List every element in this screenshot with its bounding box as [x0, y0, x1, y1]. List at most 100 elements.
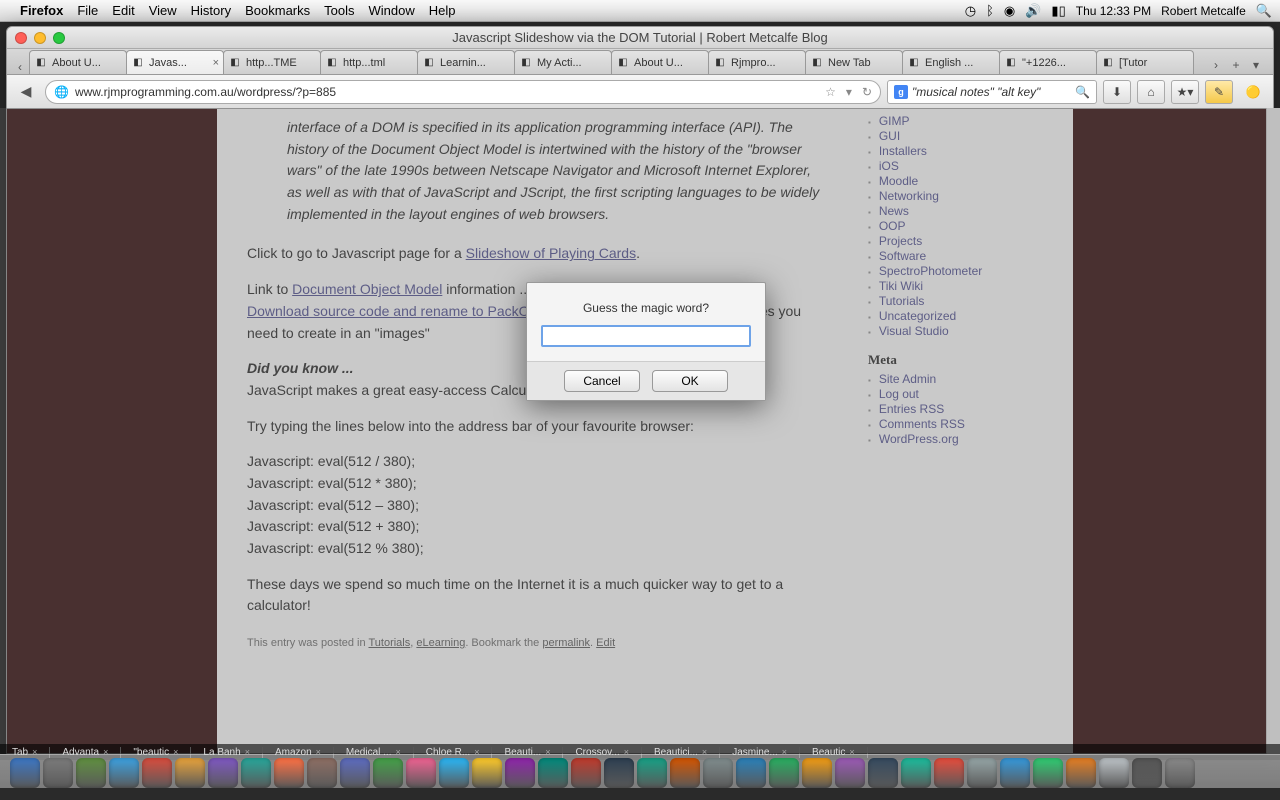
downloads-button[interactable]: ⬇: [1103, 80, 1131, 104]
browser-tab[interactable]: ◧Rjmpro...: [708, 50, 806, 74]
cancel-button[interactable]: Cancel: [564, 370, 640, 392]
menu-bookmarks[interactable]: Bookmarks: [245, 3, 310, 18]
browser-tab[interactable]: ◧Javas...×: [126, 50, 224, 74]
tab-label: Learnin...: [440, 57, 510, 69]
dock-app-icon[interactable]: [43, 758, 73, 788]
dock-app-icon[interactable]: [340, 758, 370, 788]
spotlight-icon[interactable]: 🔍: [1256, 3, 1272, 19]
ok-button[interactable]: OK: [652, 370, 728, 392]
dock-app-icon[interactable]: [571, 758, 601, 788]
browser-tab[interactable]: ◧English ...: [902, 50, 1000, 74]
tab-scroll-right[interactable]: ›: [1207, 56, 1225, 74]
dropdown-icon[interactable]: ▾: [846, 85, 852, 99]
menu-view[interactable]: View: [149, 3, 177, 18]
dock-app-icon[interactable]: [835, 758, 865, 788]
browser-tab[interactable]: ◧http...tml: [320, 50, 418, 74]
dock-app-icon[interactable]: [241, 758, 271, 788]
menu-window[interactable]: Window: [369, 3, 415, 18]
browser-tab[interactable]: ◧About U...: [29, 50, 127, 74]
reload-icon[interactable]: ↻: [862, 85, 872, 99]
dock-app-icon[interactable]: [373, 758, 403, 788]
bookmark-star-icon[interactable]: ☆: [825, 85, 836, 99]
wifi-icon[interactable]: ◉: [1004, 3, 1015, 19]
dock-app-icon[interactable]: [439, 758, 469, 788]
url-text: www.rjmprogramming.com.au/wordpress/?p=8…: [75, 85, 815, 99]
dock-app-icon[interactable]: [769, 758, 799, 788]
tab-close-icon[interactable]: ×: [213, 57, 219, 69]
dock-app-icon[interactable]: [967, 758, 997, 788]
favicon-icon: ◧: [228, 56, 242, 70]
tab-label: English ...: [925, 57, 995, 69]
timemachine-icon[interactable]: ◷: [965, 3, 976, 19]
new-tab-button[interactable]: +: [1227, 56, 1245, 74]
tab-label: Rjmpro...: [731, 57, 801, 69]
home-button[interactable]: ⌂: [1137, 80, 1165, 104]
search-field[interactable]: g "musical notes" "alt key" 🔍: [887, 80, 1097, 104]
dock-app-icon[interactable]: [934, 758, 964, 788]
menu-help[interactable]: Help: [429, 3, 456, 18]
user-name[interactable]: Robert Metcalfe: [1161, 4, 1246, 18]
dock-app-icon[interactable]: [604, 758, 634, 788]
dock-app-icon[interactable]: [109, 758, 139, 788]
back-button[interactable]: ◀: [13, 79, 39, 105]
dock: [0, 748, 1280, 788]
modal-overlay: [0, 108, 1280, 754]
dock-app-icon[interactable]: [274, 758, 304, 788]
clock[interactable]: Thu 12:33 PM: [1076, 4, 1151, 18]
favicon-icon: ◧: [1101, 56, 1115, 70]
dock-app-icon[interactable]: [1099, 758, 1129, 788]
bookmarks-button[interactable]: ★▾: [1171, 80, 1199, 104]
menu-file[interactable]: File: [77, 3, 98, 18]
dock-app-icon[interactable]: [670, 758, 700, 788]
favicon-icon: ◧: [519, 56, 533, 70]
menu-tools[interactable]: Tools: [324, 3, 354, 18]
browser-tab[interactable]: ◧[Tutor: [1096, 50, 1194, 74]
favicon-icon: ◧: [616, 56, 630, 70]
menu-history[interactable]: History: [191, 3, 231, 18]
dock-app-icon[interactable]: [1066, 758, 1096, 788]
dock-app-icon[interactable]: [736, 758, 766, 788]
browser-tab[interactable]: ◧http...TME: [223, 50, 321, 74]
dock-app-icon[interactable]: [868, 758, 898, 788]
site-identity-icon[interactable]: 🌐: [54, 85, 69, 99]
dock-app-icon[interactable]: [175, 758, 205, 788]
dock-app-icon[interactable]: [307, 758, 337, 788]
battery-icon[interactable]: ▮▯: [1051, 3, 1065, 19]
dock-app-icon[interactable]: [406, 758, 436, 788]
bluetooth-icon[interactable]: ᛒ: [986, 3, 994, 18]
dock-app-icon[interactable]: [1132, 758, 1162, 788]
dock-app-icon[interactable]: [901, 758, 931, 788]
favicon-icon: ◧: [422, 56, 436, 70]
browser-tab[interactable]: ◧"+1226...: [999, 50, 1097, 74]
dock-app-icon[interactable]: [703, 758, 733, 788]
dock-app-icon[interactable]: [538, 758, 568, 788]
addon-button[interactable]: 🟡: [1239, 80, 1267, 104]
dock-app-icon[interactable]: [208, 758, 238, 788]
browser-tab[interactable]: ◧About U...: [611, 50, 709, 74]
dock-app-icon[interactable]: [76, 758, 106, 788]
url-field[interactable]: 🌐 www.rjmprogramming.com.au/wordpress/?p…: [45, 80, 881, 104]
favicon-icon: ◧: [1004, 56, 1018, 70]
dock-app-icon[interactable]: [1000, 758, 1030, 788]
dock-app-icon[interactable]: [637, 758, 667, 788]
dock-app-icon[interactable]: [1165, 758, 1195, 788]
window-title: Javascript Slideshow via the DOM Tutoria…: [7, 30, 1273, 45]
tab-label: My Acti...: [537, 57, 607, 69]
dock-app-icon[interactable]: [142, 758, 172, 788]
dialog-input[interactable]: [541, 325, 751, 347]
tab-scroll-left[interactable]: ‹: [11, 60, 29, 74]
dock-app-icon[interactable]: [802, 758, 832, 788]
dock-app-icon[interactable]: [505, 758, 535, 788]
dock-app-icon[interactable]: [10, 758, 40, 788]
search-go-icon[interactable]: 🔍: [1075, 85, 1090, 99]
dock-app-icon[interactable]: [1033, 758, 1063, 788]
volume-icon[interactable]: 🔊: [1025, 3, 1041, 19]
app-name[interactable]: Firefox: [20, 3, 63, 18]
tab-list-button[interactable]: ▾: [1247, 56, 1265, 74]
pocket-button[interactable]: ✎: [1205, 80, 1233, 104]
menu-edit[interactable]: Edit: [112, 3, 134, 18]
browser-tab[interactable]: ◧ Learnin...: [417, 50, 515, 74]
dock-app-icon[interactable]: [472, 758, 502, 788]
browser-tab[interactable]: ◧ My Acti...: [514, 50, 612, 74]
browser-tab[interactable]: ◧New Tab: [805, 50, 903, 74]
